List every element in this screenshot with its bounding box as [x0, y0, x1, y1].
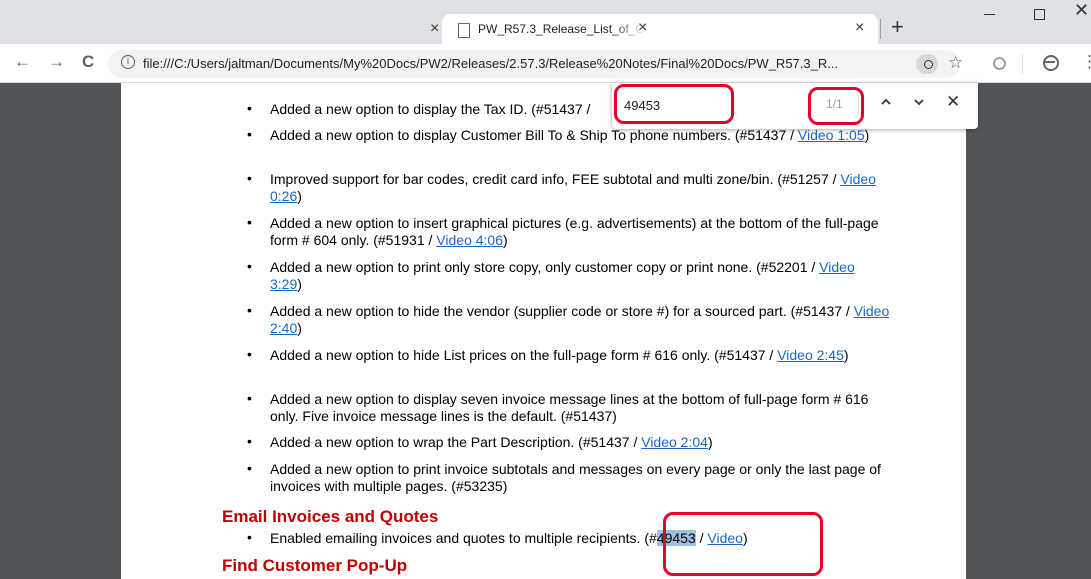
annotation-box	[663, 512, 823, 576]
list-item: Added a new option to wrap the Part Desc…	[270, 434, 713, 450]
search-icon	[924, 60, 933, 69]
bullet: •	[247, 346, 252, 362]
bullet: •	[247, 302, 252, 318]
bullet: •	[247, 529, 252, 545]
bullet: •	[247, 433, 252, 449]
section-heading: Find Customer Pop-Up	[222, 556, 408, 575]
previous-match-button[interactable]	[880, 95, 892, 111]
new-tab-button[interactable]: +	[891, 14, 904, 40]
close-icon[interactable]: ×	[855, 19, 864, 37]
bullet: •	[247, 214, 252, 230]
list-item: Added a new option to insert graphical p…	[270, 215, 879, 248]
extension-icon[interactable]	[993, 57, 1006, 70]
tab-close-icon[interactable]: ×	[430, 20, 439, 38]
back-button[interactable]: ←	[14, 52, 31, 72]
profile-icon[interactable]	[1043, 55, 1059, 71]
bullet: •	[247, 460, 252, 476]
video-link[interactable]: Video 2:45	[777, 347, 844, 363]
find-close-button[interactable]: ✕	[946, 92, 960, 112]
annotation-box	[614, 84, 734, 124]
chevron-up-icon	[881, 98, 891, 105]
annotation-box	[808, 87, 864, 125]
maximize-button[interactable]	[1034, 9, 1045, 20]
forward-button[interactable]: →	[48, 52, 65, 72]
list-item: Added a new option to print invoice subt…	[270, 461, 881, 494]
list-item: Improved support for bar codes, credit c…	[270, 171, 876, 204]
video-link[interactable]: Video 1:05	[798, 127, 865, 143]
list-item: Added a new option to print only store c…	[270, 259, 855, 292]
bullet: •	[247, 170, 252, 186]
minimize-button[interactable]	[984, 14, 995, 15]
bullet: •	[247, 126, 252, 142]
profile-icon-bar	[1045, 61, 1055, 63]
list-item: Added a new option to hide List prices o…	[270, 347, 849, 363]
bullet: •	[247, 258, 252, 274]
list-item: Added a new option to display seven invo…	[270, 391, 869, 424]
list-item: Added a new option to hide the vendor (s…	[270, 303, 890, 336]
reload-button[interactable]: C	[82, 52, 94, 72]
tab-divider	[880, 19, 881, 39]
toolbar-divider	[1022, 54, 1023, 74]
bullet: •	[247, 390, 252, 406]
window-close-button[interactable]: ✕	[1074, 0, 1089, 21]
section-heading: Email Invoices and Quotes	[222, 507, 439, 526]
video-link[interactable]: Video 4:06	[436, 232, 503, 248]
list-item: Added a new option to display Customer B…	[270, 127, 870, 143]
info-icon[interactable]: i	[121, 55, 135, 69]
video-link[interactable]: Video 2:04	[641, 434, 708, 450]
file-icon	[458, 23, 470, 38]
bullet: •	[247, 100, 252, 116]
bookmark-star-icon[interactable]: ☆	[948, 53, 963, 73]
next-match-button[interactable]	[913, 95, 925, 111]
url-text[interactable]: file:///C:/Users/jaltman/Documents/My%20…	[143, 56, 908, 71]
chevron-down-icon	[914, 99, 924, 106]
menu-icon[interactable]: ⋮	[1081, 52, 1091, 72]
tab-close-icon[interactable]: ×	[638, 19, 647, 37]
